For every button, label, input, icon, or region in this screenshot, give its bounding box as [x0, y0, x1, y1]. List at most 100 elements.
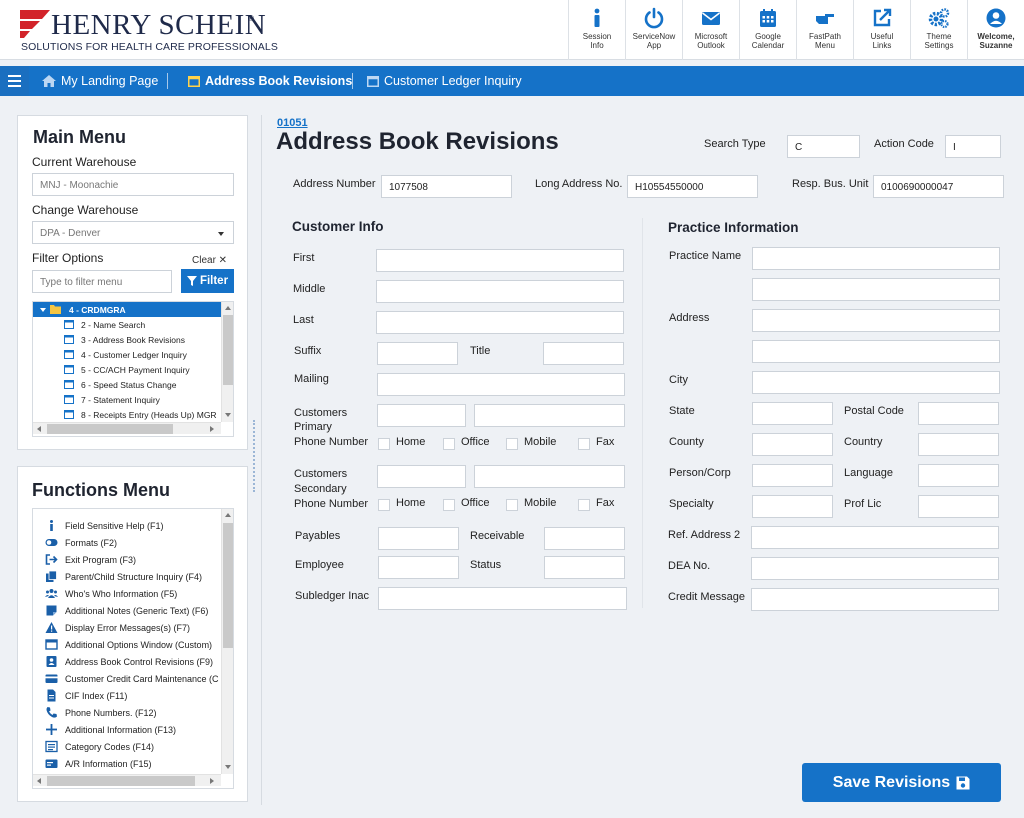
fastpath-menu-link[interactable]: FastPath Menu: [796, 0, 853, 60]
primary-home-checkbox[interactable]: [378, 438, 390, 450]
functions-horizontal-scrollbar[interactable]: [33, 774, 221, 786]
clear-filter-button[interactable]: Clear ✕: [192, 255, 227, 266]
primary-phone-number-input[interactable]: [474, 404, 625, 427]
secondary-office-checkbox[interactable]: [443, 499, 455, 511]
tree-vertical-scrollbar[interactable]: [221, 302, 233, 422]
resp-bus-unit-input[interactable]: 0100690000047: [873, 175, 1004, 198]
secondary-mobile-checkbox[interactable]: [506, 499, 518, 511]
mailing-input[interactable]: [377, 373, 625, 396]
search-type-input[interactable]: C: [787, 135, 860, 158]
address-line1-input[interactable]: [752, 309, 1000, 332]
scroll-thumb[interactable]: [47, 424, 173, 434]
function-item-additional-notes[interactable]: Additional Notes (Generic Text) (F6): [33, 602, 221, 619]
tab-my-landing-page[interactable]: My Landing Page: [42, 66, 158, 96]
secondary-home-checkbox[interactable]: [378, 499, 390, 511]
session-info-link[interactable]: Session Info: [568, 0, 625, 60]
scroll-thumb[interactable]: [47, 776, 195, 786]
tree-item[interactable]: 4 - Customer Ledger Inquiry: [33, 347, 221, 362]
receivable-input[interactable]: [544, 527, 625, 550]
payables-input[interactable]: [378, 527, 459, 550]
tree-item[interactable]: 5 - CC/ACH Payment Inquiry: [33, 362, 221, 377]
function-label: Formats (F2): [65, 537, 118, 548]
primary-fax-checkbox[interactable]: [578, 438, 590, 450]
current-warehouse-field[interactable]: MNJ - Moonachie: [32, 173, 234, 196]
function-item-category-codes[interactable]: Category Codes (F14): [33, 738, 221, 755]
function-item-additional-information[interactable]: Additional Information (F13): [33, 721, 221, 738]
first-name-input[interactable]: [376, 249, 624, 272]
scroll-thumb[interactable]: [223, 523, 233, 648]
useful-links-link[interactable]: Useful Links: [853, 0, 910, 60]
practice-name-line2-input[interactable]: [752, 278, 1000, 301]
tree-item[interactable]: 6 - Speed Status Change: [33, 377, 221, 392]
secondary-phone-number-input[interactable]: [474, 465, 625, 488]
menu-tree[interactable]: 4 - CRDMGRA 2 - Name Search 3 - Address …: [32, 301, 234, 437]
function-item-phone-numbers[interactable]: Phone Numbers. (F12): [33, 704, 221, 721]
last-name-input[interactable]: [376, 311, 624, 334]
filter-menu-input[interactable]: Type to filter menu: [32, 270, 172, 293]
practice-name-input[interactable]: [752, 247, 1000, 270]
secondary-fax-checkbox[interactable]: [578, 499, 590, 511]
save-revisions-button[interactable]: Save Revisions: [802, 763, 1001, 802]
function-item-error-messages[interactable]: Display Error Messages(s) (F7): [33, 619, 221, 636]
address-number-input[interactable]: 1077508: [381, 175, 512, 198]
servicenow-app-link[interactable]: ServiceNow App: [625, 0, 682, 60]
action-code-input[interactable]: I: [945, 135, 1001, 158]
function-item-additional-options[interactable]: Additional Options Window (Custom): [33, 636, 221, 653]
function-item-ar-information[interactable]: A/R Information (F15): [33, 755, 221, 772]
theme-settings-link[interactable]: Theme Settings: [910, 0, 967, 60]
google-calendar-link[interactable]: Google Calendar: [739, 0, 796, 60]
primary-office-checkbox[interactable]: [443, 438, 455, 450]
tree-item[interactable]: 8 - Receipts Entry (Heads Up) MGR: [33, 407, 221, 422]
function-item-field-help[interactable]: Field Sensitive Help (F1): [33, 517, 221, 534]
address-line2-input[interactable]: [752, 340, 1000, 363]
tree-folder-crdmgra[interactable]: 4 - CRDMGRA: [33, 302, 221, 317]
microsoft-outlook-link[interactable]: Microsoft Outlook: [682, 0, 739, 60]
function-item-formats[interactable]: Formats (F2): [33, 534, 221, 551]
function-item-address-book-control[interactable]: Address Book Control Revisions (F9): [33, 653, 221, 670]
city-input[interactable]: [752, 371, 1000, 394]
toplink-label: Useful Links: [870, 32, 894, 50]
brand-tagline: SOLUTIONS FOR HEALTH CARE PROFESSIONALS: [21, 41, 278, 53]
title-input[interactable]: [543, 342, 624, 365]
language-input[interactable]: [918, 464, 999, 487]
hamburger-menu-icon[interactable]: [0, 66, 29, 96]
tree-item[interactable]: 7 - Statement Inquiry: [33, 392, 221, 407]
panel-resize-handle[interactable]: [253, 420, 256, 492]
tree-item[interactable]: 3 - Address Book Revisions: [33, 332, 221, 347]
tree-item[interactable]: 2 - Name Search: [33, 317, 221, 332]
long-address-input[interactable]: H10554550000: [627, 175, 758, 198]
primary-mobile-checkbox[interactable]: [506, 438, 518, 450]
subledger-input[interactable]: [378, 587, 627, 610]
country-input[interactable]: [918, 433, 999, 456]
person-corp-input[interactable]: [752, 464, 833, 487]
henry-schein-logo[interactable]: HENRY SCHEIN ® SOLUTIONS FOR HEALTH CARE…: [20, 9, 278, 54]
scroll-thumb[interactable]: [223, 315, 233, 385]
function-item-credit-card[interactable]: Customer Credit Card Maintenance (C: [33, 670, 221, 687]
employee-input[interactable]: [378, 556, 459, 579]
tree-horizontal-scrollbar[interactable]: [33, 422, 221, 434]
function-item-exit-program[interactable]: Exit Program (F3): [33, 551, 221, 568]
status-input[interactable]: [544, 556, 625, 579]
functions-vertical-scrollbar[interactable]: [221, 509, 233, 774]
specialty-input[interactable]: [752, 495, 833, 518]
tab-customer-ledger-inquiry[interactable]: Customer Ledger Inquiry: [367, 66, 522, 96]
function-item-whos-who[interactable]: Who's Who Information (F5): [33, 585, 221, 602]
function-item-cif-index[interactable]: CIF Index (F11): [33, 687, 221, 704]
function-item-parent-child[interactable]: Parent/Child Structure Inquiry (F4): [33, 568, 221, 585]
functions-list[interactable]: Field Sensitive Help (F1) Formats (F2) E…: [32, 508, 234, 789]
change-warehouse-select[interactable]: DPA - Denver: [32, 221, 234, 244]
credit-message-input[interactable]: [751, 588, 999, 611]
filter-button[interactable]: Filter: [181, 269, 234, 293]
user-profile-link[interactable]: Welcome, Suzanne: [967, 0, 1024, 60]
middle-name-input[interactable]: [376, 280, 624, 303]
postal-code-input[interactable]: [918, 402, 999, 425]
tab-address-book-revisions[interactable]: Address Book Revisions: [188, 66, 352, 96]
secondary-phone-area-input[interactable]: [377, 465, 466, 488]
county-input[interactable]: [752, 433, 833, 456]
suffix-input[interactable]: [377, 342, 458, 365]
state-input[interactable]: [752, 402, 833, 425]
ref-address-input[interactable]: [751, 526, 999, 549]
prof-lic-input[interactable]: [918, 495, 999, 518]
dea-number-input[interactable]: [751, 557, 999, 580]
primary-phone-area-input[interactable]: [377, 404, 466, 427]
